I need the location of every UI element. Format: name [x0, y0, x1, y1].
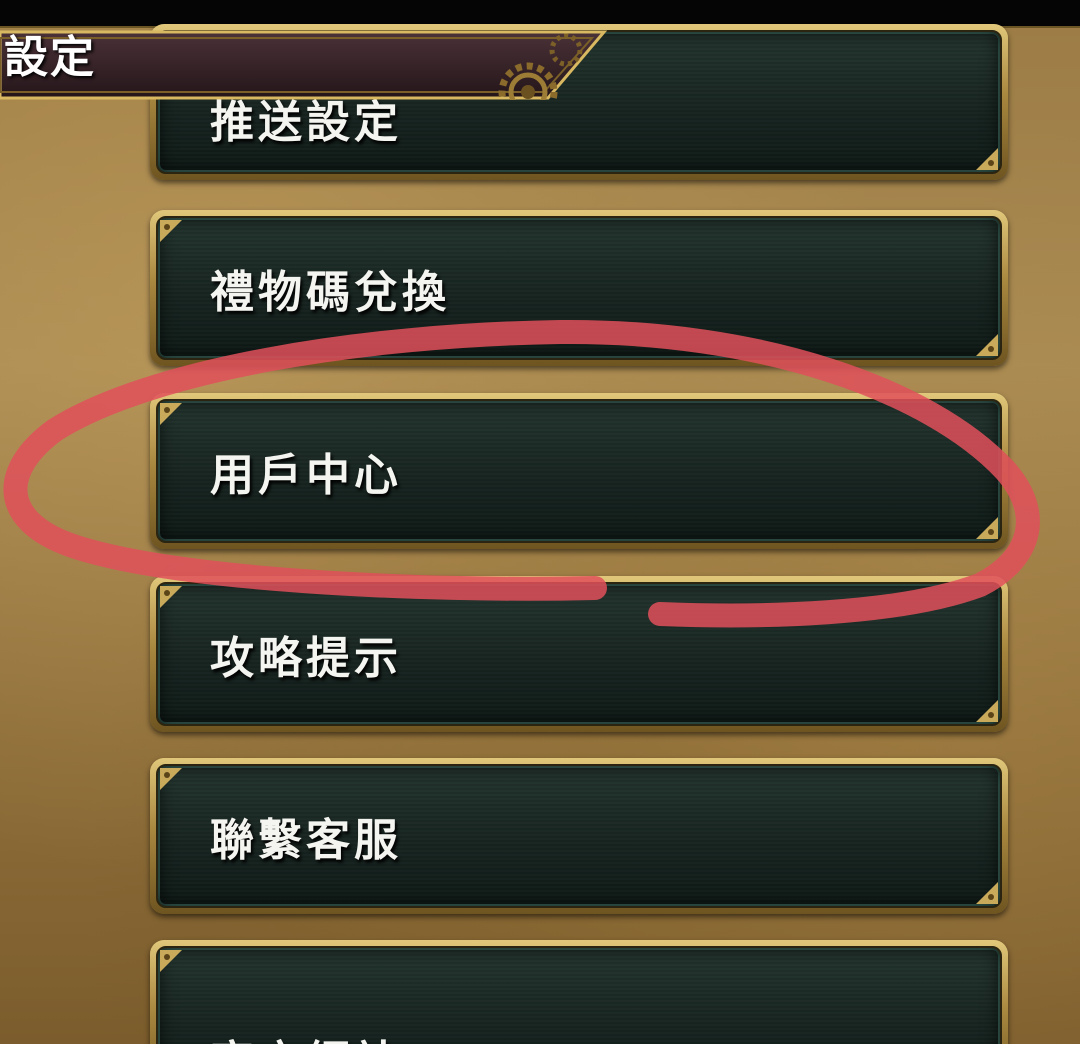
official-website-button[interactable]: 官方網站: [150, 940, 1008, 1044]
corner-ornament-icon: [976, 334, 998, 356]
page-title: 設定: [4, 32, 96, 83]
menu-item-label: 聯繫客服: [210, 815, 402, 866]
strategy-tips-button[interactable]: 攻略提示: [150, 576, 1008, 732]
corner-ornament-icon: [160, 220, 182, 242]
menu-item-label: 用戶中心: [210, 450, 402, 501]
corner-ornament-icon: [976, 517, 998, 539]
contact-support-button[interactable]: 聯繫客服: [150, 758, 1008, 914]
corner-ornament-icon: [160, 586, 182, 608]
button-panel: 官方網站: [156, 946, 1002, 1044]
gift-code-redeem-button[interactable]: 禮物碼兌換: [150, 210, 1008, 366]
button-panel: 用戶中心: [156, 399, 1002, 543]
corner-ornament-icon: [976, 700, 998, 722]
corner-ornament-icon: [976, 148, 998, 170]
settings-screen: 推送設定 禮物碼兌換 用戶中心 攻略提示 聯繫客服 設定: [0, 0, 1080, 1044]
corner-ornament-icon: [976, 882, 998, 904]
menu-item-label: 官方網站: [210, 1026, 402, 1044]
button-panel: 禮物碼兌換: [156, 216, 1002, 360]
user-center-button[interactable]: 用戶中心: [150, 393, 1008, 549]
button-panel: 攻略提示: [156, 582, 1002, 726]
corner-ornament-icon: [160, 403, 182, 425]
title-banner: 設定: [0, 30, 620, 100]
menu-item-label: 攻略提示: [210, 633, 402, 684]
button-panel: 聯繫客服: [156, 764, 1002, 908]
corner-ornament-icon: [160, 950, 182, 972]
corner-ornament-icon: [160, 768, 182, 790]
menu-item-label: 禮物碼兌換: [210, 267, 450, 318]
